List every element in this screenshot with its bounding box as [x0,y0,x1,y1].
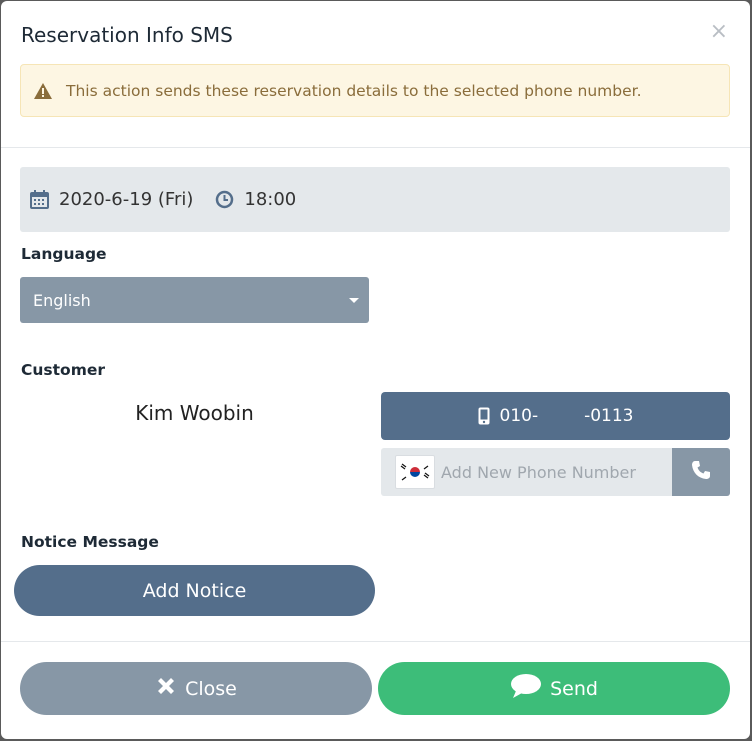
calendar-icon [30,190,49,209]
add-phone-group [381,448,730,496]
customer-label: Customer [21,361,106,379]
close-button-label: Close [185,677,237,700]
warning-icon [34,82,52,99]
phone-prefix: 010- [499,406,539,426]
reservation-sms-modal: Reservation Info SMS × This action sends… [1,1,750,739]
language-selected-value: English [33,290,91,310]
phone-suffix: -0113 [584,406,634,426]
add-notice-button[interactable]: Add Notice [14,565,375,616]
reservation-datetime: 2020-6-19 (Fri) 18:00 [20,167,730,232]
footer-divider [1,641,750,642]
customer-phone-button[interactable]: 010- -0113 [381,392,730,440]
call-button[interactable] [672,448,730,496]
language-label: Language [21,245,107,263]
south-korea-flag-icon[interactable] [395,455,435,489]
chat-bubble-icon [510,673,542,704]
phone-icon [690,459,712,485]
customer-name: Kim Woobin [135,401,254,425]
close-icon [155,675,177,702]
clock-icon [215,190,234,209]
send-button[interactable]: Send [378,662,730,715]
add-phone-input[interactable] [441,462,666,482]
alert-text: This action sends these reservation deta… [66,81,642,100]
close-icon[interactable]: × [710,21,728,43]
close-button[interactable]: Close [20,662,372,715]
header-divider [1,147,750,148]
warning-alert: This action sends these reservation deta… [20,64,730,117]
reservation-date: 2020-6-19 (Fri) [59,189,194,210]
notice-label: Notice Message [21,533,159,551]
mobile-icon [478,407,490,425]
reservation-time: 18:00 [244,189,297,210]
send-button-label: Send [550,677,598,700]
modal-title: Reservation Info SMS [21,23,233,47]
chevron-down-icon [349,298,359,303]
language-select[interactable]: English [20,277,369,323]
